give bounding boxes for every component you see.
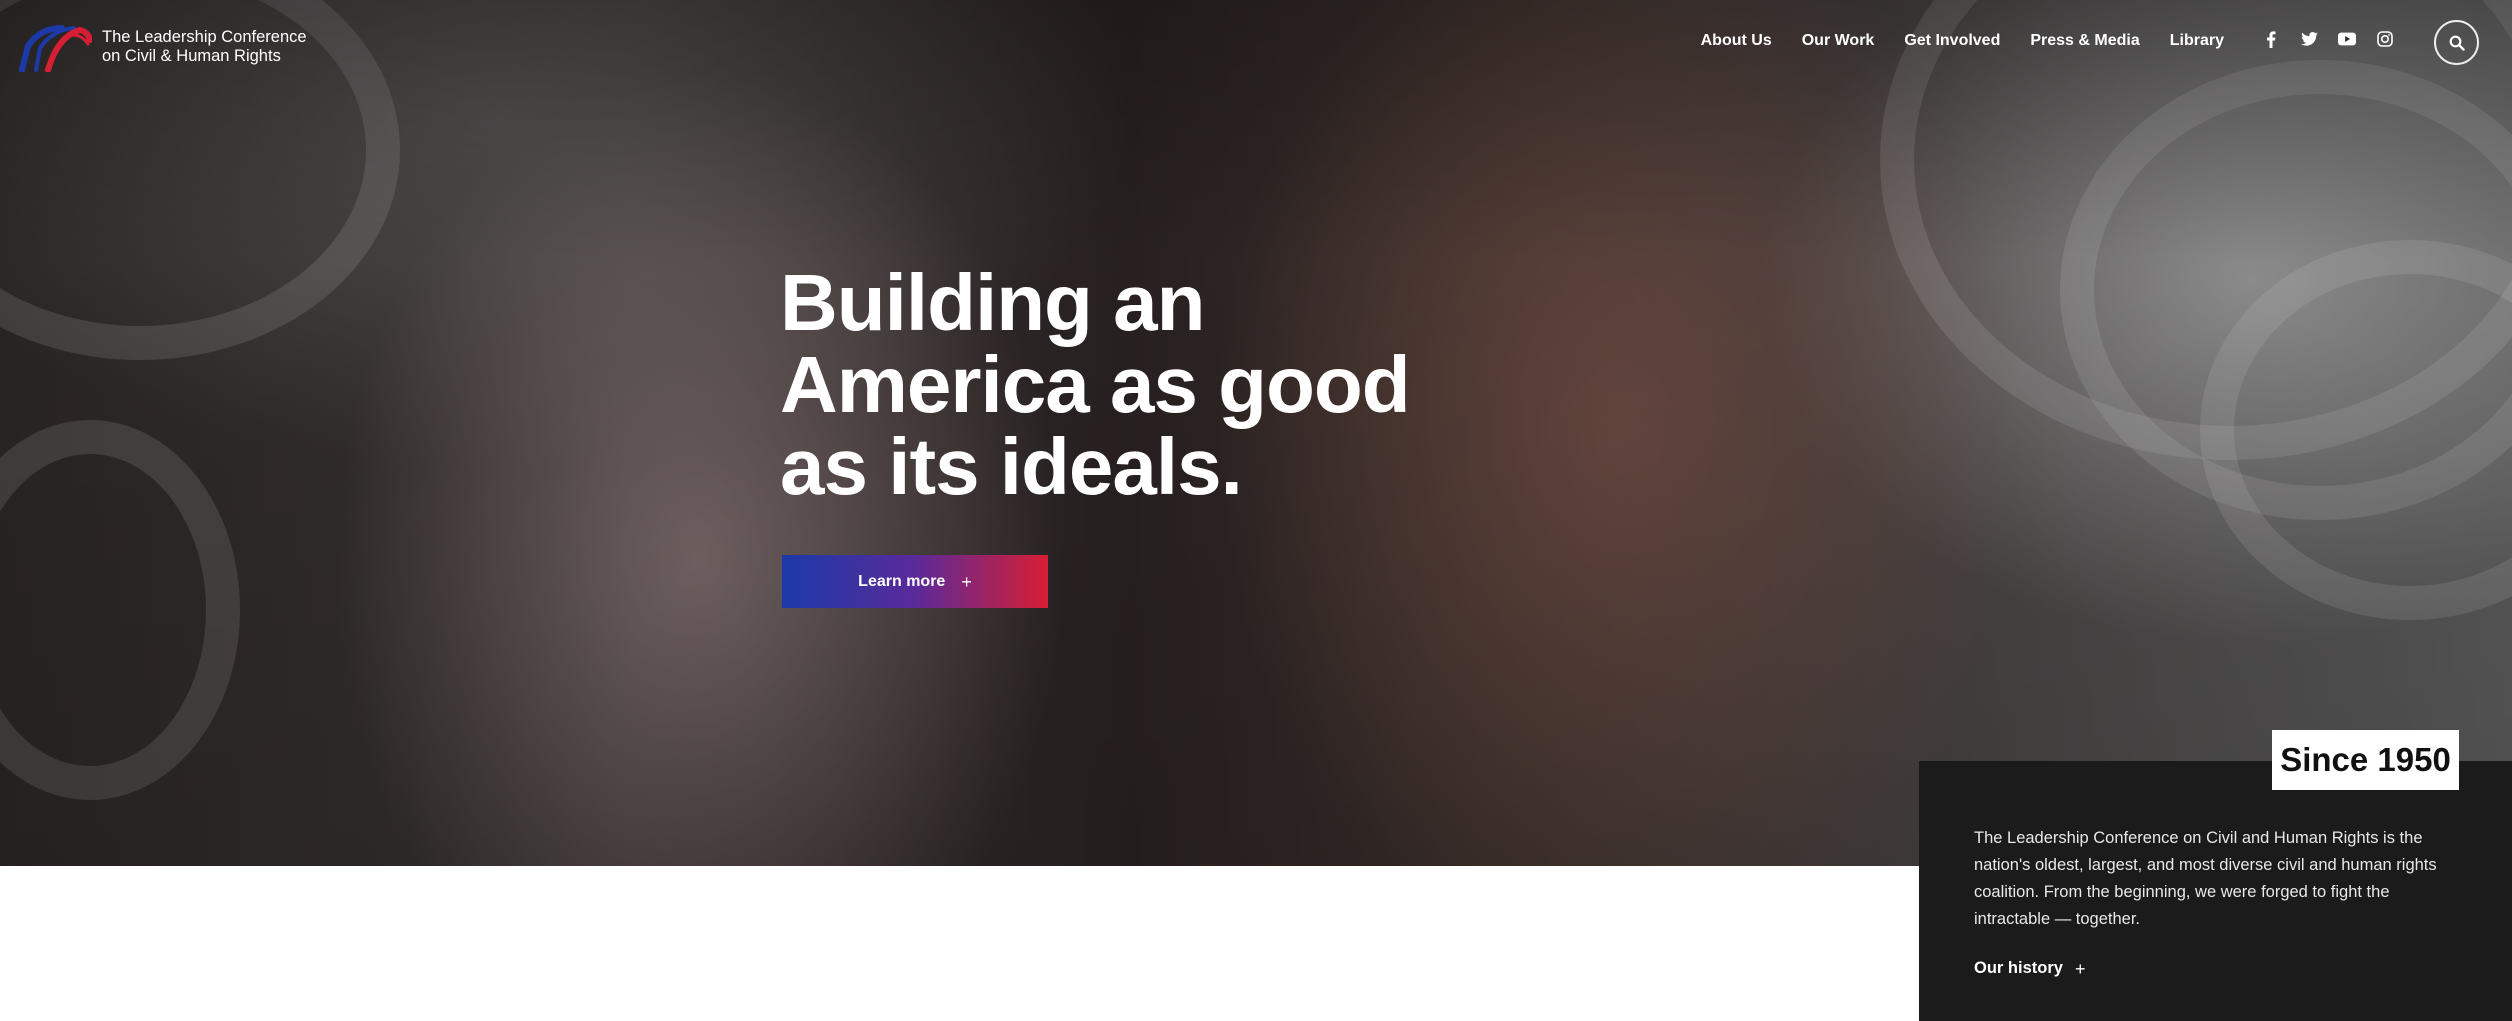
instagram-icon[interactable] [2376, 30, 2394, 48]
search-icon [2449, 35, 2465, 51]
nav-library[interactable]: Library [2170, 32, 2224, 50]
facebook-icon[interactable] [2262, 30, 2280, 48]
search-button[interactable] [2434, 20, 2479, 65]
site-header: The Leadership Conference on Civil & Hum… [0, 0, 2512, 90]
nav-press-media[interactable]: Press & Media [2030, 32, 2139, 50]
nav-get-involved[interactable]: Get Involved [1904, 32, 2000, 50]
learn-more-button[interactable]: Learn more + [782, 555, 1048, 608]
hero-title: Building an America as good as its ideal… [780, 258, 1411, 511]
our-history-label: Our history [1974, 959, 2063, 977]
logo-arcs-icon [19, 25, 92, 72]
twitter-icon[interactable] [2300, 30, 2318, 48]
history-description: The Leadership Conference on Civil and H… [1974, 829, 2437, 928]
main-nav: About Us Our Work Get Involved Press & M… [1701, 32, 2224, 50]
social-links [2262, 30, 2394, 48]
youtube-icon[interactable] [2338, 30, 2356, 48]
plus-icon: + [961, 571, 972, 592]
logo-line-2: on Civil & Human Rights [102, 47, 281, 65]
learn-more-label: Learn more [858, 572, 946, 590]
plus-icon: + [2074, 958, 2086, 979]
since-badge: Since 1950 [2272, 730, 2459, 790]
nav-about-us[interactable]: About Us [1701, 32, 1772, 50]
logo-line-1: The Leadership Conference [102, 28, 307, 46]
page: The Leadership Conference on Civil & Hum… [0, 0, 2512, 1021]
logo-text: The Leadership Conference on Civil & Hum… [102, 28, 307, 66]
site-logo[interactable]: The Leadership Conference on Civil & Hum… [18, 22, 307, 72]
nav-our-work[interactable]: Our Work [1802, 32, 1875, 50]
our-history-link[interactable]: Our history + [1974, 959, 2085, 978]
